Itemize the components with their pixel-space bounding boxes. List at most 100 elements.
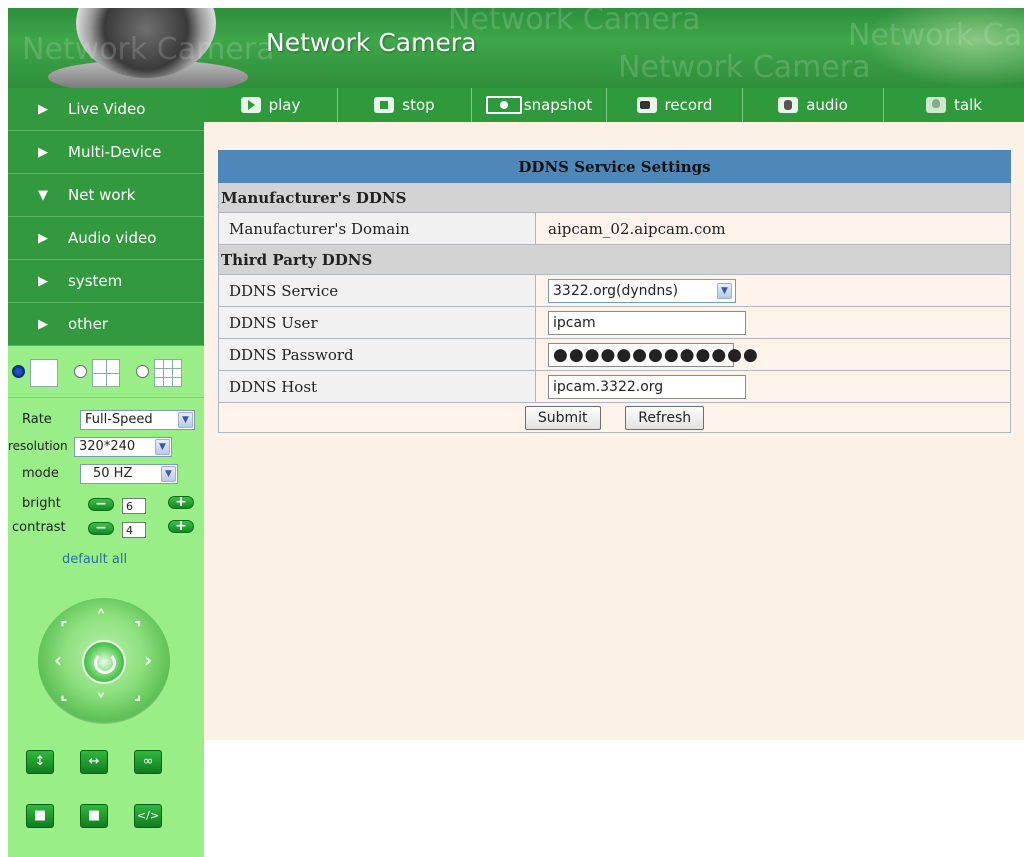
ptz-up-left-icon[interactable]: ⌜ bbox=[60, 618, 68, 637]
sidebar-item-label: Net work bbox=[68, 186, 136, 204]
io-off-button[interactable]: ■ bbox=[80, 804, 108, 828]
ddns-user-label: DDNS User bbox=[218, 306, 536, 339]
ptz-center-button[interactable] bbox=[82, 640, 126, 684]
resolution-value: 320*240 bbox=[79, 439, 136, 454]
banner-decoration bbox=[864, 8, 1024, 88]
ddns-host-label: DDNS Host bbox=[218, 370, 536, 403]
ddns-table-title: DDNS Service Settings bbox=[218, 150, 1011, 183]
sidebar-item-audio-video[interactable]: ▶ Audio video bbox=[8, 217, 204, 260]
camera-icon bbox=[485, 96, 522, 114]
ptz-control-wheel[interactable]: ˄ ˅ ‹ › ⌜ ⌝ ⌞ ⌟ bbox=[38, 598, 170, 724]
refresh-button[interactable]: Refresh bbox=[625, 405, 705, 430]
ptz-up-icon[interactable]: ˄ bbox=[96, 606, 106, 630]
mode-select[interactable]: 50 HZ ▼ bbox=[80, 464, 178, 484]
banner-watermark: Network Camera bbox=[448, 8, 701, 37]
bright-label: bright bbox=[22, 496, 61, 511]
talk-button[interactable]: talk bbox=[884, 88, 1024, 122]
audio-button[interactable]: audio bbox=[743, 88, 884, 122]
sidebar-item-label: Multi-Device bbox=[68, 143, 162, 161]
stop-button[interactable]: stop bbox=[338, 88, 472, 122]
split-1-icon bbox=[30, 359, 58, 387]
play-icon bbox=[240, 97, 261, 113]
domain-value: aipcam_02.aipcam.com bbox=[535, 212, 1011, 245]
play-label: play bbox=[268, 96, 301, 114]
rate-value: Full-Speed bbox=[85, 412, 153, 427]
banner-watermark: Network Camera bbox=[618, 50, 871, 85]
triangle-right-icon: ▶ bbox=[38, 230, 48, 246]
io-on-button[interactable]: ■ bbox=[26, 804, 54, 828]
ddns-password-label: DDNS Password bbox=[218, 338, 536, 371]
sidebar-item-network[interactable]: ▼ Net work bbox=[8, 174, 204, 217]
contrast-label: contrast bbox=[12, 520, 66, 535]
manufacturer-ddns-heading: Manufacturer's DDNS bbox=[218, 182, 1011, 213]
chevron-down-icon: ▼ bbox=[161, 466, 176, 482]
snapshot-button[interactable]: snapshot bbox=[472, 88, 607, 122]
sidebar-item-system[interactable]: ▶ system bbox=[8, 260, 204, 303]
stop-label: stop bbox=[402, 96, 435, 114]
talk-label: talk bbox=[954, 96, 982, 114]
bright-decrease-button[interactable]: − bbox=[88, 497, 114, 511]
ddns-service-select[interactable]: 3322.org(dyndns) ▼ bbox=[548, 278, 736, 303]
mode-label: mode bbox=[22, 466, 59, 481]
sidebar-item-other[interactable]: ▶ other bbox=[8, 303, 204, 346]
control-panel: Rate Full-Speed ▼ resolution 320*240 ▼ m… bbox=[8, 346, 204, 857]
third-party-ddns-heading: Third Party DDNS bbox=[218, 244, 1011, 275]
split-4-radio[interactable] bbox=[74, 365, 87, 378]
triangle-right-icon: ▶ bbox=[38, 144, 48, 160]
sidebar-item-label: Audio video bbox=[68, 229, 157, 247]
ptz-up-right-icon[interactable]: ⌝ bbox=[134, 618, 142, 637]
stop-icon bbox=[374, 97, 395, 113]
ptz-down-left-icon[interactable]: ⌞ bbox=[60, 684, 68, 703]
banner-watermark: Network Camera bbox=[22, 32, 275, 67]
sidebar-nav: ▶ Live Video ▶ Multi-Device ▼ Net work ▶… bbox=[8, 88, 204, 346]
sidebar-item-label: Live Video bbox=[68, 100, 146, 118]
mode-value: 50 HZ bbox=[93, 466, 133, 481]
sidebar-item-multi-device[interactable]: ▶ Multi-Device bbox=[8, 131, 204, 174]
chevron-down-icon: ▼ bbox=[717, 282, 732, 299]
ddns-service-label: DDNS Service bbox=[218, 274, 536, 307]
ddns-host-input[interactable]: ipcam.3322.org bbox=[548, 374, 746, 399]
rate-label: Rate bbox=[22, 412, 52, 427]
bright-increase-button[interactable]: + bbox=[168, 495, 194, 509]
contrast-decrease-button[interactable]: − bbox=[88, 521, 114, 535]
split-screen-selector bbox=[8, 346, 204, 398]
split-9-radio[interactable] bbox=[136, 365, 149, 378]
code-icon[interactable]: </> bbox=[134, 804, 162, 828]
triangle-right-icon: ▶ bbox=[38, 101, 48, 117]
resolution-select[interactable]: 320*240 ▼ bbox=[74, 437, 172, 457]
record-button[interactable]: record bbox=[607, 88, 743, 122]
microphone-icon bbox=[926, 97, 947, 113]
ptz-down-icon[interactable]: ˅ bbox=[96, 690, 106, 714]
rate-select[interactable]: Full-Speed ▼ bbox=[80, 410, 195, 430]
snapshot-label: snapshot bbox=[523, 96, 593, 114]
ptz-down-right-icon[interactable]: ⌟ bbox=[134, 684, 142, 703]
bright-value: 6 bbox=[122, 498, 146, 514]
chevron-down-icon: ▼ bbox=[155, 439, 170, 455]
chevron-down-icon: ▼ bbox=[178, 412, 193, 428]
record-label: record bbox=[664, 96, 713, 114]
main-content: DDNS Service Settings Manufacturer's DDN… bbox=[204, 122, 1024, 740]
triangle-right-icon: ▶ bbox=[38, 273, 48, 289]
split-1-radio[interactable] bbox=[12, 365, 25, 378]
ddns-password-input[interactable]: ●●●●●●●●●●●●● bbox=[548, 342, 758, 367]
video-camera-icon bbox=[636, 97, 657, 113]
sidebar-item-label: system bbox=[68, 272, 123, 290]
ptz-right-icon[interactable]: › bbox=[144, 648, 152, 672]
split-4-icon bbox=[92, 359, 120, 387]
infinite-patrol-button[interactable]: ∞ bbox=[134, 750, 162, 774]
sidebar-item-live-video[interactable]: ▶ Live Video bbox=[8, 88, 204, 131]
contrast-value: 4 bbox=[122, 522, 146, 538]
speaker-icon bbox=[778, 97, 799, 113]
vertical-patrol-button[interactable]: ↕ bbox=[26, 750, 54, 774]
ddns-user-input[interactable]: ipcam bbox=[548, 310, 746, 335]
ptz-left-icon[interactable]: ‹ bbox=[54, 648, 62, 672]
contrast-increase-button[interactable]: + bbox=[168, 519, 194, 533]
submit-button[interactable]: Submit bbox=[524, 405, 601, 430]
resolution-label: resolution bbox=[8, 439, 68, 453]
default-all-link[interactable]: default all bbox=[62, 552, 127, 567]
sidebar-item-label: other bbox=[68, 315, 108, 333]
horizontal-patrol-button[interactable]: ↔ bbox=[80, 750, 108, 774]
play-button[interactable]: play bbox=[204, 88, 338, 122]
ddns-settings-table: DDNS Service Settings Manufacturer's DDN… bbox=[218, 150, 1011, 433]
page-title: Network Camera bbox=[266, 28, 477, 57]
